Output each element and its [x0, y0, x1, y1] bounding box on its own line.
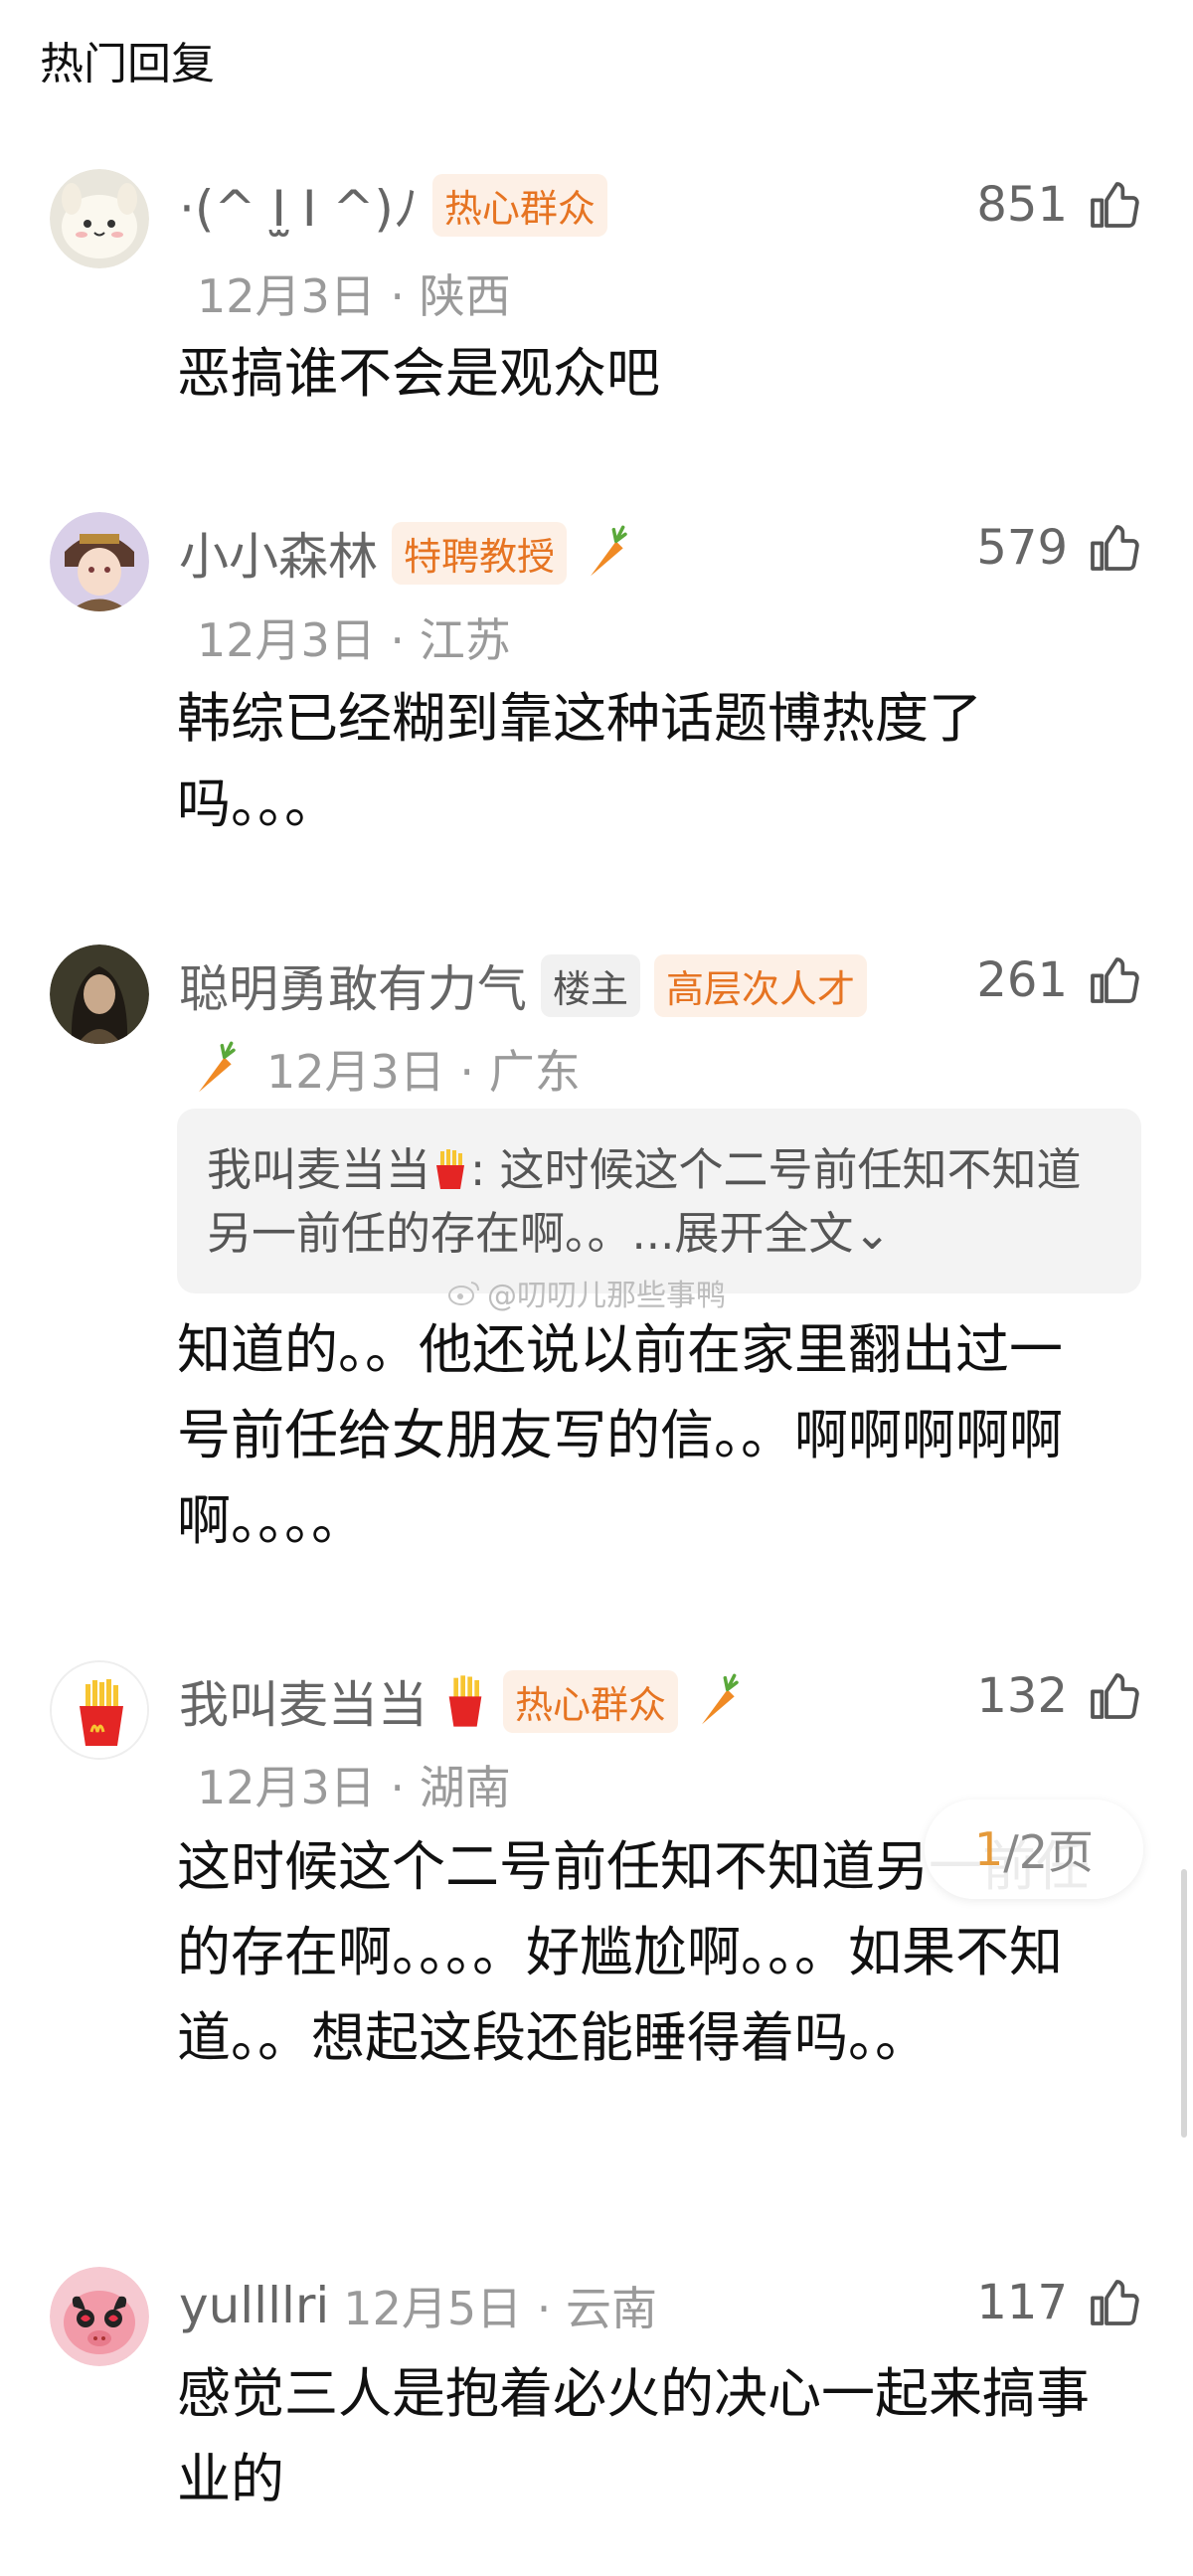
fan-badge: 特聘教授: [392, 521, 568, 585]
like-button[interactable]: 261: [976, 945, 1141, 1016]
comment-location: 广东: [488, 1045, 581, 1099]
avatar[interactable]: [50, 2267, 149, 2366]
comment-meta: 12月3日 · 广东: [266, 1045, 581, 1099]
like-button[interactable]: 579: [976, 512, 1141, 584]
like-button[interactable]: 851: [976, 169, 1141, 241]
comment-meta: 12月3日 · 陕西: [197, 269, 511, 323]
like-button[interactable]: 132: [976, 1660, 1141, 1732]
comment-date: 12月3日: [266, 1045, 445, 1099]
fan-badge: 高层次人才: [654, 953, 868, 1017]
carrot-icon: [189, 1041, 237, 1097]
scrollbar[interactable]: [1181, 1869, 1187, 2138]
thumbs-up-icon[interactable]: [1086, 1668, 1141, 1724]
username[interactable]: 小小森林: [179, 517, 378, 589]
like-count: 261: [976, 952, 1068, 1008]
page-total: /2页: [1003, 1825, 1095, 1879]
comment-text: 恶搞谁不会是观众吧: [177, 342, 660, 405]
comment-location: 湖南: [419, 1761, 511, 1814]
avatar[interactable]: [50, 945, 149, 1044]
avatar[interactable]: [50, 169, 149, 268]
avatar[interactable]: [50, 512, 149, 611]
comment-date: 12月3日: [197, 613, 376, 667]
comment-text: 感觉三人是抱着必火的决心一起来搞事业的: [177, 2362, 1090, 2510]
comment-meta: 12月5日 · 云南: [343, 2282, 657, 2335]
like-count: 117: [976, 2275, 1068, 2330]
comment-location: 江苏: [419, 613, 511, 667]
op-badge: 楼主: [541, 953, 641, 1017]
thumbs-up-icon[interactable]: [1086, 520, 1141, 576]
comment-location: 陕西: [419, 269, 511, 323]
fries-icon: [430, 1144, 470, 1189]
quoted-user[interactable]: 我叫麦当当: [207, 1143, 430, 1196]
page-indicator[interactable]: 1/2页: [925, 1800, 1143, 1899]
comment-meta: 12月3日 · 湖南: [197, 1761, 511, 1814]
comment-location: 云南: [565, 2282, 657, 2335]
fan-badge: 热心群众: [431, 173, 607, 237]
fan-badge: 热心群众: [503, 1669, 679, 1733]
like-count: 851: [976, 177, 1068, 233]
thumbs-up-icon[interactable]: [1086, 177, 1141, 233]
quoted-reply-text: 我叫麦当当 : 这时候这个二号前任知不知道另一前任的存在啊。。...展开全文⌄: [207, 1138, 1121, 1266]
comment-date: 12月3日: [197, 1761, 376, 1814]
like-button[interactable]: 117: [976, 2267, 1141, 2338]
quoted-reply[interactable]: 我叫麦当当 : 这时候这个二号前任知不知道另一前任的存在啊。。...展开全文⌄: [177, 1109, 1141, 1293]
weibo-logo-icon: [447, 1279, 481, 1306]
carrot-icon: [581, 525, 628, 581]
username[interactable]: 聪明勇敢有力气: [179, 949, 527, 1021]
like-count: 132: [976, 1668, 1068, 1724]
expand-full-text-link[interactable]: 展开全文⌄: [674, 1207, 891, 1260]
section-title: 热门回复: [40, 39, 215, 89]
username[interactable]: ·(^ I̫ I ^)ﾉ: [179, 169, 419, 241]
avatar[interactable]: [50, 1660, 149, 1760]
username[interactable]: 我叫麦当当: [179, 1665, 427, 1737]
comment-date: 12月3日: [197, 269, 376, 323]
fries-icon: [441, 1673, 489, 1729]
thumbs-up-icon[interactable]: [1086, 2275, 1141, 2330]
carrot-icon: [692, 1673, 740, 1729]
current-page: 1: [973, 1822, 1004, 1876]
comment-date: 12月5日: [343, 2282, 523, 2335]
like-count: 579: [976, 520, 1068, 576]
username[interactable]: yullllri: [179, 2277, 329, 2334]
comment-text: 韩综已经糊到靠这种话题博热度了吗。。。: [177, 687, 982, 835]
comment-meta: 12月3日 · 江苏: [197, 613, 511, 667]
thumbs-up-icon[interactable]: [1086, 952, 1141, 1008]
comment-text: 知道的。。他还说以前在家里翻出过一号前任给女朋友写的信。。啊啊啊啊啊啊。。。。: [177, 1318, 1063, 1552]
